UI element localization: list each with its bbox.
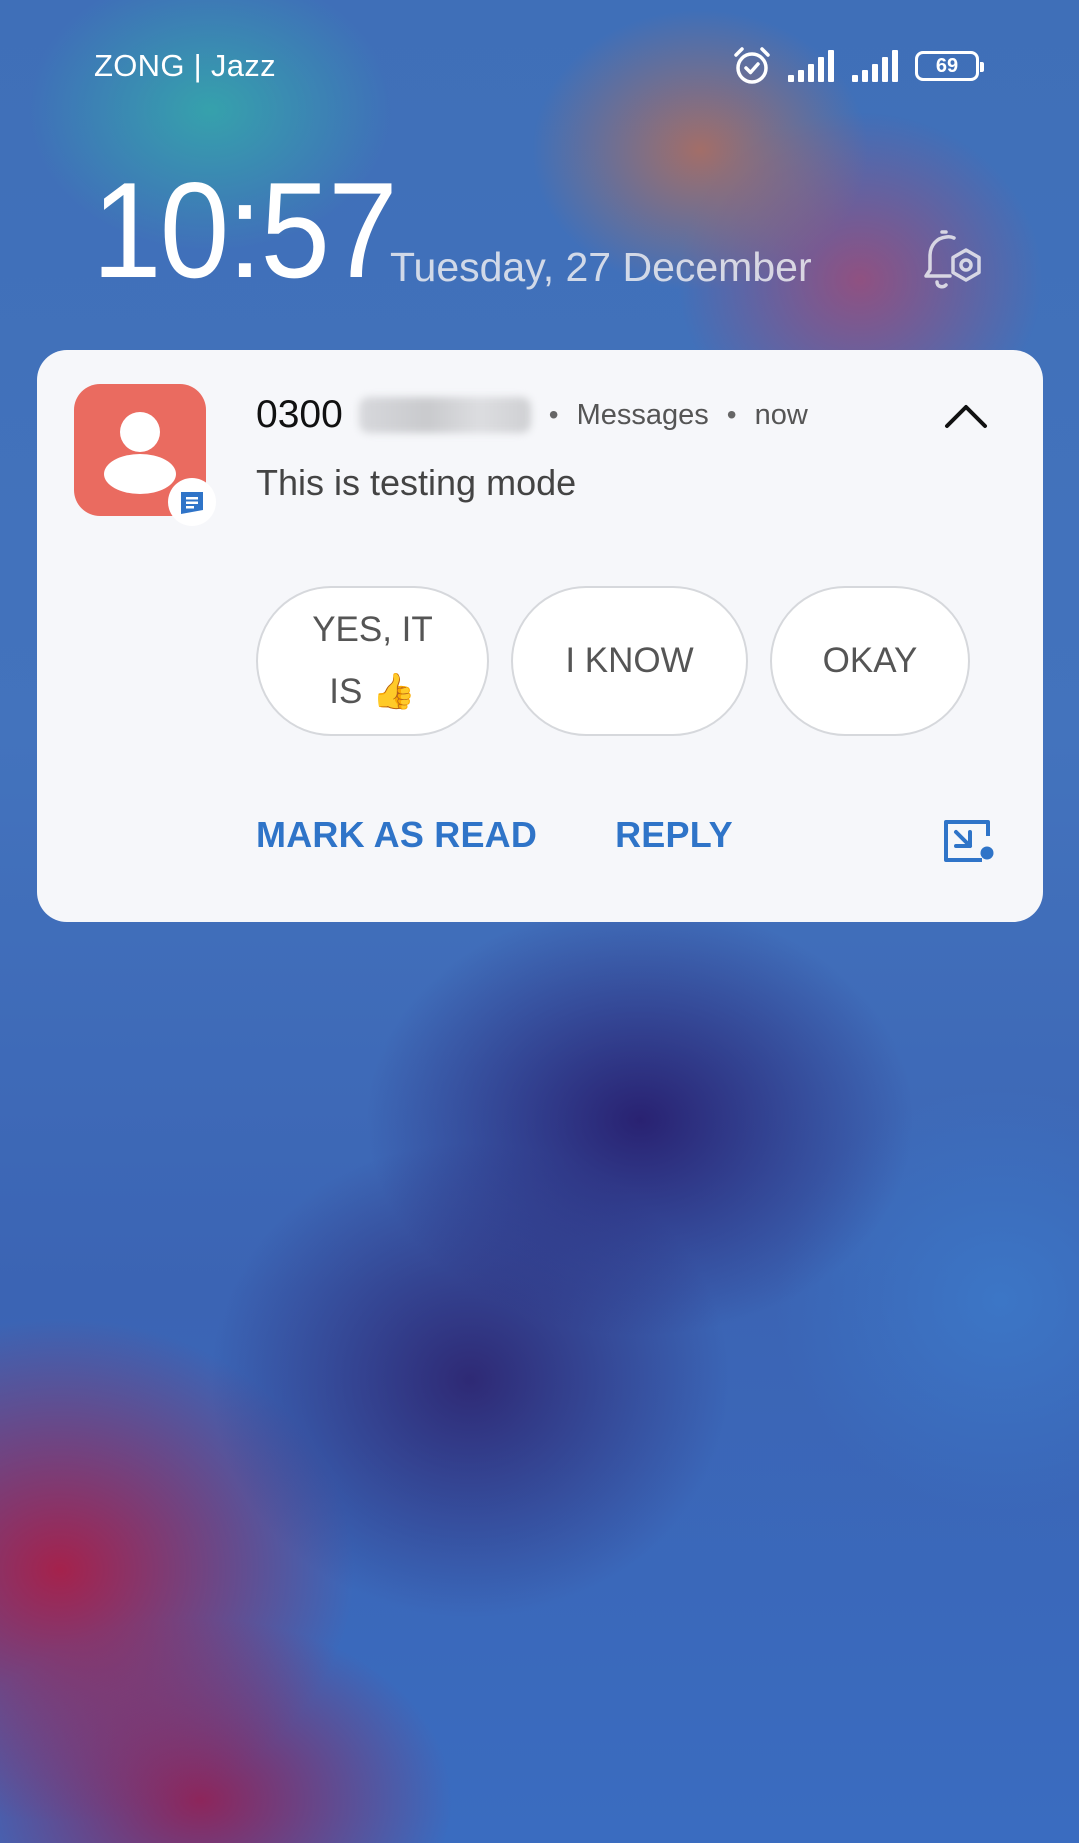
smart-reply-label: OKAY: [822, 641, 918, 680]
app-name: Messages: [576, 398, 709, 431]
thumbs-up-icon: 👍: [372, 672, 416, 712]
sender-number: 0300: [256, 393, 343, 436]
notification-time: now: [754, 398, 808, 431]
lock-screen: ZONG | Jazz 69 10:57 Tuesday, 27 Decembe…: [0, 0, 1079, 1843]
clock-date: Tuesday, 27 December: [390, 244, 812, 290]
message-text: This is testing mode: [256, 462, 577, 503]
notification-actions: MARK AS READ REPLY: [256, 814, 733, 856]
smart-reply-yes-it-is[interactable]: YES, IT IS 👍: [256, 586, 489, 736]
mark-as-read-button[interactable]: MARK AS READ: [256, 814, 537, 856]
bell-settings-icon[interactable]: [916, 226, 986, 292]
alarm-icon: [731, 45, 773, 87]
signal-icon: [851, 49, 901, 83]
smart-replies: YES, IT IS 👍 I KNOW OKAY: [256, 586, 970, 736]
smart-reply-label: YES, IT: [312, 610, 433, 649]
status-icons: 69: [731, 44, 984, 88]
notification-header: 0300 • Messages • now: [256, 390, 808, 440]
separator: •: [548, 399, 559, 430]
separator: •: [726, 399, 737, 430]
battery-level: 69: [935, 55, 959, 77]
battery-icon: 69: [915, 51, 984, 81]
notification-card[interactable]: 0300 • Messages • now This is testing mo…: [37, 350, 1043, 922]
redacted-number: [358, 397, 531, 433]
messages-app-badge: [168, 478, 216, 526]
floating-window-icon[interactable]: [942, 818, 996, 864]
reply-button[interactable]: REPLY: [615, 814, 733, 856]
smart-reply-okay[interactable]: OKAY: [770, 586, 970, 736]
carrier-name: ZONG | Jazz: [94, 48, 276, 83]
signal-icon: [787, 49, 837, 83]
chevron-up-icon[interactable]: [943, 400, 989, 430]
clock-time: 10:57: [92, 154, 398, 306]
status-bar: ZONG | Jazz 69: [0, 44, 1079, 88]
smart-reply-label: IS: [329, 672, 363, 711]
smart-reply-label: I KNOW: [565, 641, 694, 680]
message-icon: [181, 492, 203, 514]
smart-reply-i-know[interactable]: I KNOW: [511, 586, 748, 736]
